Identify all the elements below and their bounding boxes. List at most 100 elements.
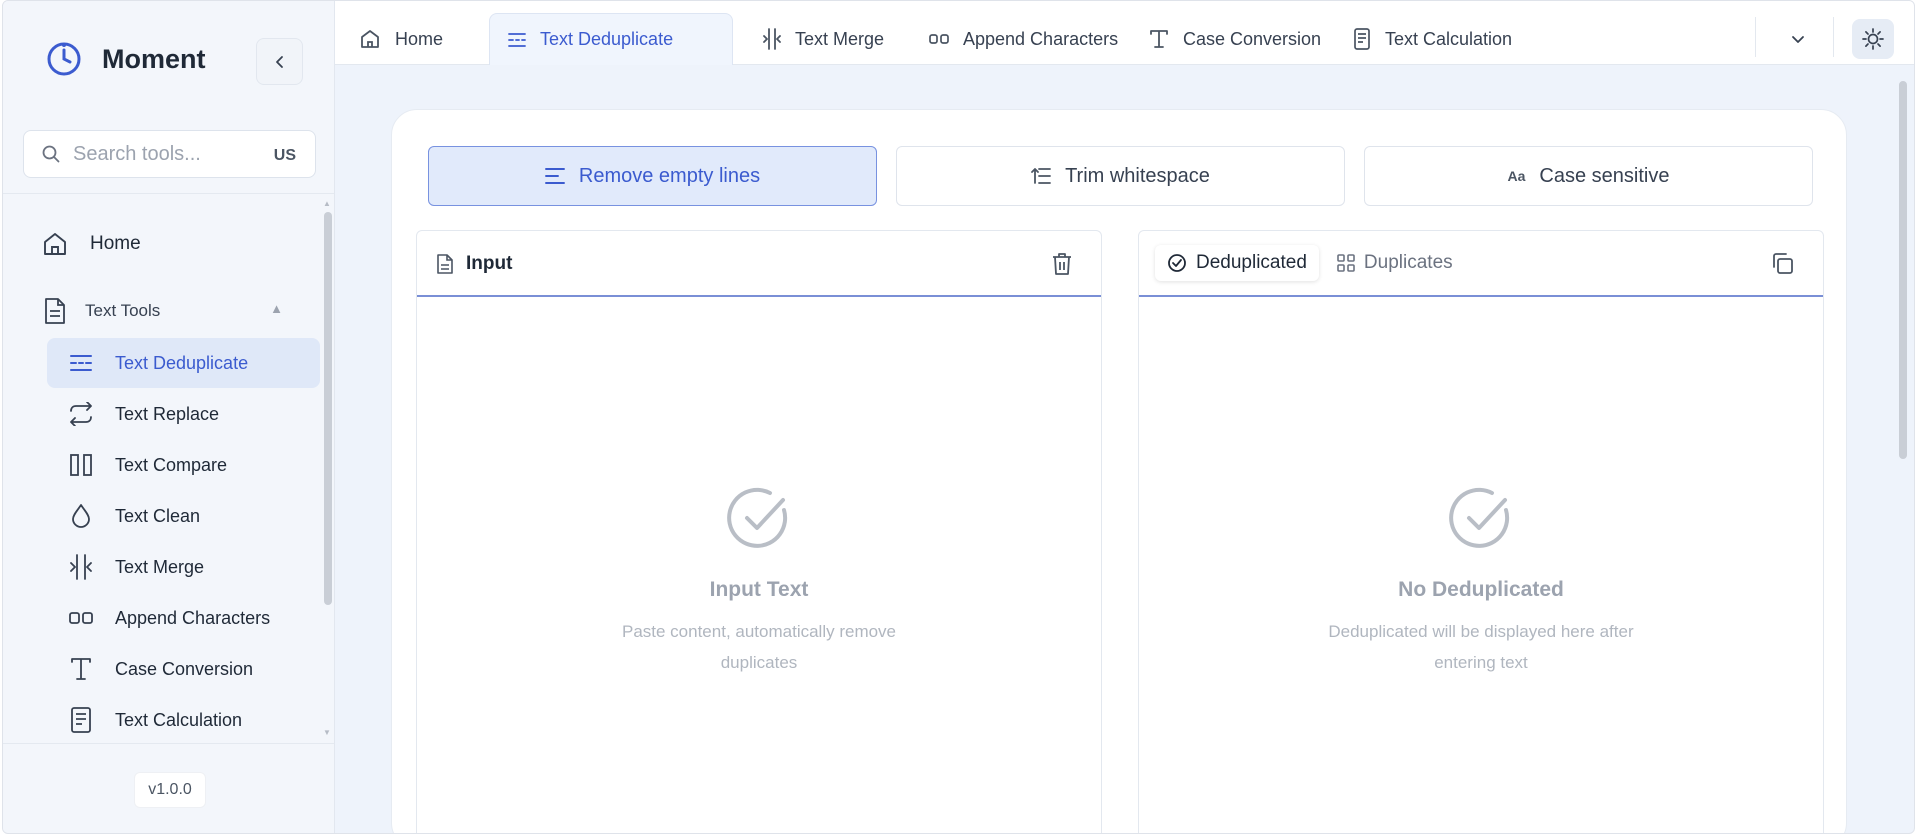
- option-label: Remove empty lines: [578, 164, 761, 187]
- remove-empty-lines-toggle[interactable]: Remove empty lines: [428, 146, 877, 206]
- sidebar-group-label: Text Tools: [85, 301, 161, 320]
- output-empty-state: No Deduplicated Deduplicated will be dis…: [1139, 486, 1823, 678]
- file-icon: [436, 254, 454, 274]
- tab-deduplicated[interactable]: Deduplicated: [1155, 245, 1319, 281]
- input-panel-header: Input: [417, 231, 1101, 297]
- scroll-down-arrow[interactable]: ▼: [323, 728, 331, 737]
- sidebar-item-label: Append Characters: [115, 607, 271, 628]
- sidebar-item-text-merge[interactable]: Text Merge: [47, 542, 320, 592]
- sidebar-item-text-calculation[interactable]: Text Calculation: [47, 695, 320, 742]
- segment-label: Duplicates: [1363, 252, 1453, 273]
- input-panel: Input Input Text Paste content, automati…: [416, 230, 1102, 833]
- input-panel-title: Input: [436, 253, 512, 275]
- home-icon: [41, 230, 69, 258]
- empty-title: No Deduplicated: [1398, 578, 1564, 601]
- search-box[interactable]: US: [23, 130, 316, 178]
- merge-icon: [67, 554, 95, 580]
- calculation-icon: [67, 707, 95, 733]
- sidebar-nav: Home Text Tools ▲ Text Deduplicate Text …: [3, 194, 334, 742]
- input-empty-state: Input Text Paste content, automatically …: [417, 486, 1101, 678]
- deduplicate-icon: [67, 354, 95, 372]
- tab-text-calculation[interactable]: Text Calculation: [1335, 13, 1530, 65]
- copy-icon[interactable]: [1769, 252, 1795, 276]
- trim-whitespace-toggle[interactable]: Trim whitespace: [896, 146, 1345, 206]
- sidebar-item-text-compare[interactable]: Text Compare: [47, 440, 320, 490]
- sidebar-item-label: Text Calculation: [115, 709, 243, 730]
- sidebar: Moment US Home Text Tools ▲ Text Dedupli: [3, 1, 335, 833]
- search-input[interactable]: [73, 142, 253, 166]
- tab-text-merge[interactable]: Text Merge: [745, 13, 902, 65]
- grid-icon: [1337, 254, 1355, 272]
- trash-icon[interactable]: [1051, 252, 1073, 276]
- collapse-sidebar-button[interactable]: [256, 38, 303, 85]
- theme-toggle-button[interactable]: [1852, 19, 1894, 59]
- output-view-switch: Deduplicated Duplicates: [1155, 245, 1465, 281]
- sidebar-item-label: Home: [90, 233, 141, 254]
- tab-home[interactable]: Home: [341, 13, 461, 65]
- sidebar-item-label: Text Compare: [115, 454, 228, 475]
- search-icon: [41, 144, 61, 164]
- sidebar-item-label: Text Merge: [115, 556, 205, 577]
- empty-title: Input Text: [709, 578, 809, 601]
- tab-label: Home: [395, 28, 444, 49]
- tab-label: Text Calculation: [1385, 28, 1513, 49]
- sidebar-item-text-clean[interactable]: Text Clean: [47, 491, 320, 541]
- append-icon: [929, 33, 949, 45]
- sidebar-item-label: Text Deduplicate: [115, 352, 249, 373]
- document-icon: [43, 297, 67, 325]
- caret-up-icon: ▲: [270, 301, 283, 316]
- check-circle-icon: [1167, 253, 1187, 273]
- divider: [3, 743, 334, 744]
- panel-title-label: Input: [466, 253, 513, 274]
- tab-duplicates[interactable]: Duplicates: [1325, 245, 1465, 281]
- tab-append-characters[interactable]: Append Characters: [911, 13, 1136, 65]
- check-circle-icon: [1448, 486, 1514, 552]
- sidebar-item-text-deduplicate[interactable]: Text Deduplicate: [47, 338, 320, 388]
- calculation-icon: [1353, 28, 1371, 50]
- append-icon: [67, 611, 95, 625]
- sidebar-item-label: Text Replace: [115, 403, 220, 424]
- sidebar-item-case-conversion[interactable]: Case Conversion: [47, 644, 320, 694]
- droplet-icon: [67, 503, 95, 529]
- empty-description: Deduplicated will be displayed here afte…: [1328, 622, 1634, 672]
- compare-icon: [67, 454, 95, 476]
- align-left-icon: [544, 167, 565, 185]
- sidebar-group-text-tools[interactable]: Text Tools ▲: [43, 297, 283, 325]
- version-badge: v1.0.0: [134, 772, 206, 808]
- divider: [1755, 17, 1756, 57]
- app-window: Moment US Home Text Tools ▲ Text Dedupli: [2, 0, 1915, 834]
- app-name: Moment: [102, 43, 206, 74]
- tab-bar: Home Text Deduplicate Text Merge Append …: [335, 1, 1914, 65]
- option-label: Case sensitive: [1539, 164, 1670, 187]
- language-indicator: US: [273, 147, 296, 164]
- sidebar-scrollbar[interactable]: [324, 212, 332, 605]
- case-sensitive-toggle[interactable]: Aa Case sensitive: [1364, 146, 1813, 206]
- tabs-overflow-button[interactable]: [1782, 23, 1814, 55]
- main-scrollbar[interactable]: [1899, 81, 1907, 459]
- brand: Moment: [46, 41, 206, 77]
- chevron-down-icon: [1791, 32, 1805, 46]
- home-icon: [359, 28, 381, 50]
- sidebar-item-text-replace[interactable]: Text Replace: [47, 389, 320, 439]
- segment-label: Deduplicated: [1196, 252, 1307, 273]
- check-circle-icon: [726, 486, 792, 552]
- option-label: Trim whitespace: [1065, 164, 1210, 187]
- sidebar-item-append-characters[interactable]: Append Characters: [47, 593, 320, 643]
- sidebar-item-label: Case Conversion: [115, 658, 254, 679]
- tab-label: Append Characters: [963, 28, 1119, 49]
- sidebar-item-home[interactable]: Home: [41, 230, 141, 258]
- sidebar-item-label: Text Clean: [115, 505, 201, 526]
- tab-label: Text Merge: [795, 28, 885, 49]
- clock-logo-icon: [46, 41, 82, 77]
- deduplicate-icon: [508, 32, 526, 48]
- tab-case-conversion[interactable]: Case Conversion: [1131, 13, 1339, 65]
- output-panel-header: Deduplicated Duplicates: [1139, 231, 1823, 297]
- text-t-icon: [67, 657, 95, 681]
- empty-description: Paste content, automatically remove dupl…: [621, 622, 897, 672]
- scroll-up-arrow[interactable]: ▲: [323, 199, 331, 208]
- text-t-icon: [1149, 29, 1169, 49]
- tab-text-deduplicate[interactable]: Text Deduplicate: [489, 13, 733, 65]
- replace-icon: [67, 402, 95, 426]
- tab-label: Text Deduplicate: [540, 29, 674, 49]
- trim-icon: [1031, 166, 1051, 186]
